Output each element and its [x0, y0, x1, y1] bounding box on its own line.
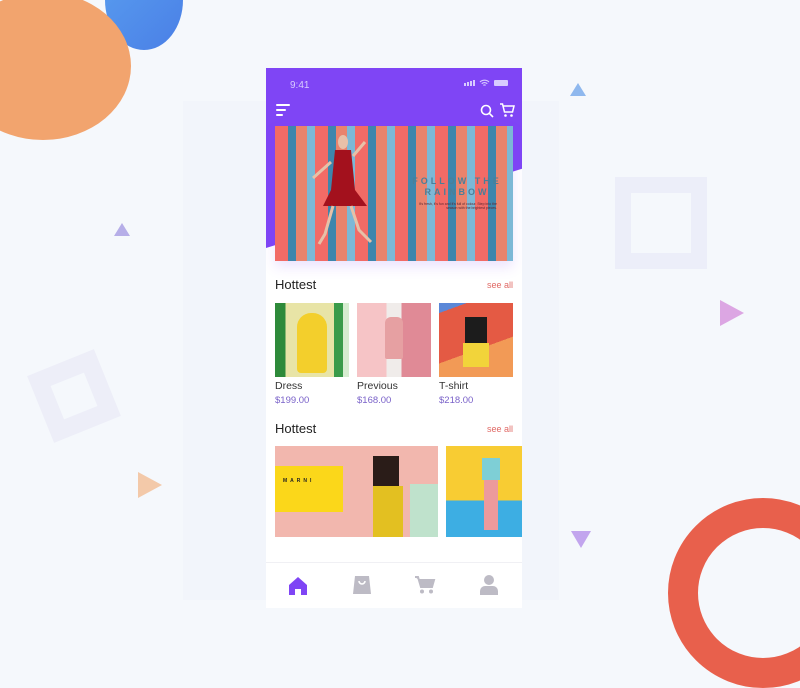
feature-card[interactable]	[446, 446, 522, 537]
product-card[interactable]: Dress $199.00	[275, 303, 349, 406]
product-image	[275, 303, 349, 377]
battery-icon	[494, 80, 508, 86]
cart-icon	[415, 576, 436, 594]
decor-triangle	[720, 300, 744, 326]
decor-orange-circle	[0, 0, 131, 140]
bag-icon	[353, 576, 371, 594]
phone-screen: 9:41 FOLLOW THE RAINBOW It's fresh, it's…	[266, 68, 522, 608]
status-time: 9:41	[290, 80, 310, 91]
search-icon[interactable]	[480, 104, 494, 118]
feature-card-label: MARNI	[275, 466, 343, 512]
section-title: Hottest	[275, 277, 317, 292]
section-header: Hottest see all	[275, 277, 513, 295]
banner-subtext: It's fresh, it's fun and it's full of co…	[418, 202, 497, 210]
tab-profile[interactable]	[477, 573, 501, 597]
banner-headline: FOLLOW THE RAINBOW	[412, 176, 502, 197]
decor-triangle	[138, 472, 162, 498]
banner-model-image	[312, 135, 373, 245]
home-icon	[289, 576, 307, 595]
feature-card[interactable]: MARNI	[275, 446, 438, 537]
decor-ring	[668, 498, 800, 688]
product-name: Previous	[357, 380, 398, 392]
menu-icon[interactable]	[276, 104, 290, 116]
product-name: Dress	[275, 380, 303, 392]
see-all-link[interactable]: see all	[487, 424, 513, 434]
product-price: $199.00	[275, 395, 310, 406]
product-image	[357, 303, 431, 377]
bottom-tab-bar	[266, 562, 522, 608]
product-image	[439, 303, 513, 377]
product-price: $218.00	[439, 395, 474, 406]
product-price: $168.00	[357, 395, 392, 406]
tab-home[interactable]	[286, 573, 310, 597]
decor-triangle	[570, 83, 586, 96]
section-title: Hottest	[275, 421, 317, 436]
decor-triangle	[114, 223, 130, 236]
top-nav	[266, 100, 522, 122]
user-icon	[480, 575, 498, 595]
section-header: Hottest see all	[275, 421, 513, 439]
status-bar: 9:41	[266, 68, 522, 100]
decor-square	[615, 177, 707, 269]
promo-banner[interactable]: FOLLOW THE RAINBOW It's fresh, it's fun …	[275, 126, 513, 261]
decor-square	[27, 349, 121, 443]
cart-icon[interactable]	[499, 103, 515, 118]
product-card[interactable]: Previous $168.00	[357, 303, 431, 406]
product-name: T-shirt	[439, 380, 469, 392]
see-all-link[interactable]: see all	[487, 280, 513, 290]
product-card[interactable]: T-shirt $218.00	[439, 303, 513, 406]
wifi-icon	[479, 79, 490, 86]
tab-bag[interactable]	[350, 573, 374, 597]
tab-cart[interactable]	[413, 573, 437, 597]
decor-triangle	[571, 531, 591, 548]
signal-icon	[464, 80, 475, 86]
